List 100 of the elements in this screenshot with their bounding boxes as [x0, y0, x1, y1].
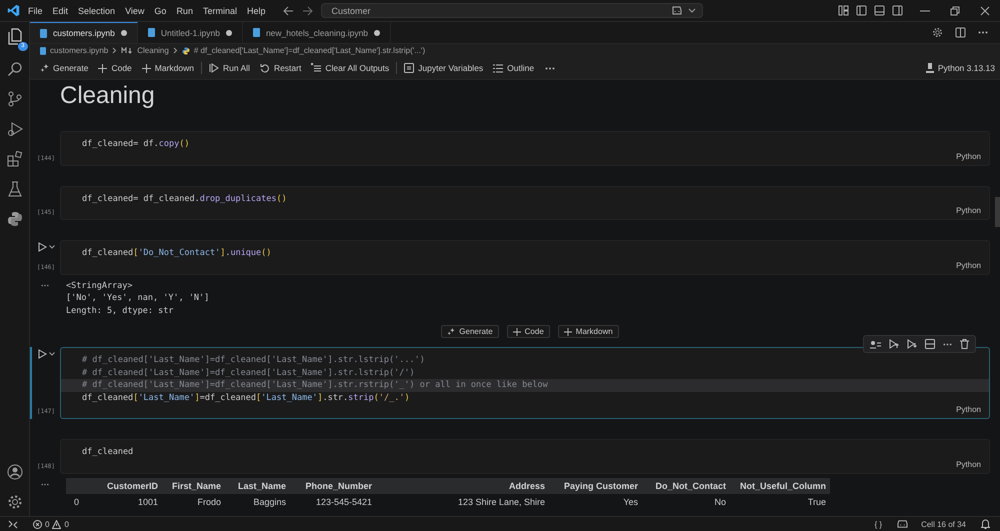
code-cell[interactable]: df_cleaned= df.copy() Python [60, 131, 990, 166]
menu-item[interactable]: File [28, 6, 43, 16]
cell-position[interactable]: Cell 16 of 34 [921, 520, 966, 528]
run-debug-icon[interactable] [6, 121, 22, 137]
flask-icon[interactable] [6, 181, 22, 197]
close-icon[interactable] [980, 6, 990, 16]
settings-icon[interactable] [6, 494, 22, 510]
editor-tab[interactable]: customers.ipynb [30, 22, 138, 43]
delete-icon[interactable] [960, 339, 969, 349]
sparkle-icon [40, 64, 49, 72]
insert-cell-button[interactable]: Generate [441, 325, 499, 338]
code-cell[interactable]: df_cleaned Python [60, 439, 990, 474]
plus-icon [564, 328, 572, 336]
plus-icon [98, 64, 108, 72]
more-icon[interactable] [41, 482, 49, 486]
toolbar-button[interactable]: Clear All Outputs [306, 61, 394, 75]
language-label[interactable]: Python [956, 205, 981, 216]
more-icon[interactable] [41, 284, 49, 286]
settings-icon[interactable] [932, 27, 943, 38]
secondary-sidebar-icon[interactable] [892, 5, 903, 16]
table-cell: No [642, 494, 730, 510]
menu-item[interactable]: Go [154, 6, 166, 16]
toolbar-button[interactable]: Jupyter Variables [399, 61, 488, 75]
copilot-icon[interactable] [671, 5, 684, 16]
chevron-right-icon [112, 47, 118, 54]
column-header: CustomerID [94, 478, 162, 494]
run-cell-icon[interactable] [38, 242, 46, 252]
breadcrumb-item[interactable]: Cleaning [137, 46, 169, 55]
menu-item[interactable]: Run [176, 6, 193, 16]
error-count[interactable]: 0 [45, 520, 50, 528]
python-icon[interactable] [6, 211, 22, 227]
variables-icon [404, 63, 414, 73]
table-cell: 123-545-5421 [290, 494, 376, 510]
table-cell: 1001 [94, 494, 162, 510]
table-cell: 123 Shire Lane, Shire [376, 494, 549, 510]
warning-icon [52, 520, 62, 528]
toolbar-button[interactable]: Restart [254, 61, 306, 75]
source-control-icon[interactable] [6, 91, 22, 107]
menu-item[interactable]: Terminal [202, 6, 237, 16]
restore-icon[interactable] [950, 6, 960, 16]
table-cell: Baggins [225, 494, 290, 510]
insert-cell-button[interactable]: Code [506, 325, 550, 338]
menu-item[interactable]: Edit [52, 6, 68, 16]
language-label[interactable]: Python [956, 260, 981, 270]
run-by-line-icon[interactable] [870, 340, 881, 348]
unsaved-dot-icon [120, 30, 127, 36]
code-cell[interactable]: df_cleaned= df_cleaned.drop_duplicates() Python [60, 186, 990, 220]
menu-item[interactable]: Help [246, 6, 266, 16]
language-label[interactable]: Python [956, 458, 981, 470]
split-cell-icon[interactable] [925, 339, 935, 349]
back-arrow-icon[interactable] [283, 6, 294, 16]
toolbar-button[interactable]: Code [93, 61, 137, 75]
code-cell[interactable] [60, 347, 990, 419]
chevron-down-icon[interactable] [48, 352, 54, 356]
code-line: df_cleaned= df.copy() [81, 138, 190, 150]
remote-icon[interactable] [8, 520, 18, 528]
chevron-right-icon [172, 47, 178, 54]
copilot-icon[interactable] [897, 519, 908, 529]
python-icon [182, 46, 190, 54]
menu-item[interactable]: Selection [78, 6, 116, 16]
command-center-field[interactable]: Customer [321, 3, 704, 18]
split-editor-icon[interactable] [955, 27, 966, 38]
scrollbar-thumb-icon[interactable] [995, 197, 1000, 227]
kernel-picker[interactable]: Python 3.13.13 [920, 61, 1000, 75]
run-above-icon[interactable] [889, 339, 899, 349]
panel-toggle-icon[interactable] [874, 5, 885, 16]
chevron-down-icon[interactable] [688, 8, 696, 14]
toolbar-button[interactable]: Generate [35, 61, 94, 75]
code-cell[interactable]: df_cleaned['Do_Not_Contact'].unique() Python [60, 240, 990, 274]
run-below-icon[interactable] [907, 339, 917, 349]
toolbar-button[interactable]: Outline [488, 61, 540, 75]
language-status[interactable]: { } [874, 520, 882, 528]
more-icon[interactable] [943, 342, 952, 346]
files-icon[interactable] [6, 28, 22, 45]
breadcrumb-item[interactable]: customers.ipynb [50, 46, 108, 55]
more-icon[interactable] [545, 66, 556, 70]
chevron-down-icon[interactable] [48, 245, 54, 249]
layout-icon[interactable] [838, 5, 849, 16]
bell-icon[interactable] [981, 519, 990, 529]
table-cell: True [730, 494, 830, 510]
error-icon [33, 520, 42, 528]
language-label[interactable]: Python [956, 404, 981, 415]
account-icon[interactable] [6, 464, 22, 480]
search-icon[interactable] [6, 61, 22, 77]
forward-arrow-icon[interactable] [302, 6, 314, 16]
code-line: df_cleaned [81, 446, 134, 458]
menu-item[interactable]: View [125, 6, 144, 16]
toolbar-button[interactable]: Markdown [136, 61, 199, 75]
more-icon[interactable] [978, 31, 988, 34]
sidebar-toggle-icon[interactable] [856, 5, 867, 16]
column-header: First_Name [162, 478, 225, 494]
toolbar-button[interactable]: Run All [204, 61, 255, 75]
warning-count[interactable]: 0 [64, 520, 69, 528]
run-cell-icon[interactable] [38, 349, 46, 359]
column-header: Address [376, 478, 549, 494]
extensions-icon[interactable] [6, 151, 22, 167]
notebook-file-icon [252, 28, 260, 37]
breadcrumb-item[interactable]: # df_cleaned['Last_Name']=df_cleaned['Last_Name'].str.lstrip('...') [194, 46, 426, 55]
insert-cell-button[interactable]: Markdown [558, 325, 619, 338]
language-label[interactable]: Python [956, 150, 981, 162]
